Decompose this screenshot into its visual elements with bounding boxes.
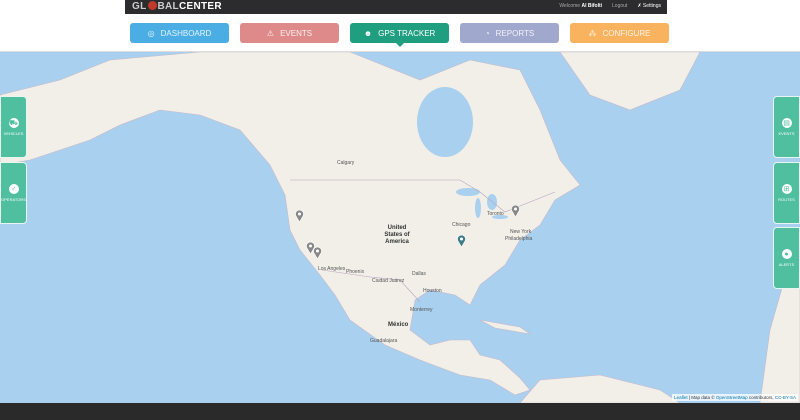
footer (0, 403, 800, 420)
panel-label: OPERATORS (1, 197, 26, 202)
map-label: Calgary (337, 160, 355, 166)
lake-superior (456, 188, 480, 196)
map-label: New York (510, 229, 532, 235)
nav-configure[interactable]: ⁂ CONFIGURE (570, 23, 669, 43)
routes-panel-tab[interactable]: ⊞ ROUTES (773, 162, 800, 224)
panel-label: ALERTS (778, 262, 795, 267)
map-label-country: United States of America (384, 225, 410, 245)
map-label: Ciudad Juárez (372, 278, 405, 284)
globe-icon (147, 1, 157, 10)
map-label: Guadalajara (370, 338, 398, 344)
sitemap-icon: ⁂ (588, 28, 597, 38)
operators-panel-tab[interactable]: ♂ OPERATORS (0, 162, 27, 224)
map-label: Philadelphia (505, 236, 533, 242)
map-pin-icon[interactable] (313, 247, 322, 259)
routes-icon: ⊞ (781, 184, 792, 194)
panel-label: VEHICLES (3, 131, 24, 136)
map-attribution: Leaflet | Map data © OpenStreetMap contr… (672, 394, 798, 401)
nav-gps-tracker[interactable]: ☻ GPS TRACKER (350, 23, 449, 47)
map-label: Phoenix (346, 269, 365, 275)
hudson-bay (417, 87, 473, 157)
user-pin-icon: ☻ (363, 28, 373, 38)
greenland-land (559, 52, 701, 111)
north-america-land (0, 52, 581, 396)
events-icon: ▤ (781, 118, 792, 128)
dashboard-icon: ◎ (147, 28, 155, 38)
map-label: México (388, 322, 409, 328)
cuba-land (479, 319, 531, 335)
nav-label: EVENTS (280, 28, 313, 38)
nav-events[interactable]: ⚠ EVENTS (240, 23, 339, 43)
osm-link[interactable]: OpenStreetMap (716, 395, 748, 400)
map-label: Chicago (452, 222, 471, 228)
nav-label: REPORTS (495, 28, 535, 38)
alert-icon: ● (781, 249, 792, 259)
map[interactable]: Calgary United States of America Chicago… (0, 52, 800, 403)
nav-dashboard[interactable]: ◎ DASHBOARD (130, 23, 229, 43)
logo: GL BALCENTER (132, 1, 222, 12)
lake-michigan (475, 198, 481, 218)
welcome-text: Welcome Al Bifolti (559, 3, 603, 9)
top-bar: GL BALCENTER Welcome Al Bifolti Logout ✗ … (0, 0, 800, 14)
car-icon: ⛟ (8, 118, 19, 128)
tools-icon: ✗ (637, 3, 642, 9)
map-pin-icon[interactable] (457, 235, 466, 247)
nav-label: DASHBOARD (160, 28, 212, 38)
map-label: Monterrey (410, 307, 433, 313)
nav-label: GPS TRACKER (378, 28, 436, 38)
logout-link[interactable]: Logout (612, 3, 627, 9)
leaflet-link[interactable]: Leaflet (674, 395, 688, 400)
main-nav: ◎ DASHBOARD ⚠ EVENTS ☻ GPS TRACKER ◔ REPORTS ⁂ CO… (0, 14, 800, 52)
nav-label: CONFIGURE (602, 28, 651, 38)
panel-label: ROUTES (778, 197, 795, 202)
lake-huron (487, 194, 497, 210)
vehicles-panel-tab[interactable]: ⛟ VEHICLES (0, 96, 27, 158)
panel-label: EVENTS (778, 131, 795, 136)
map-label: Dallas (412, 271, 426, 277)
map-pin-icon[interactable] (295, 210, 304, 222)
events-panel-tab[interactable]: ▤ EVENTS (773, 96, 800, 158)
warning-icon: ⚠ (266, 28, 275, 38)
south-america-land (519, 374, 681, 403)
license-link[interactable]: CC-BY-SA (775, 395, 796, 400)
map-label: Houston (423, 288, 442, 294)
map-pin-icon[interactable] (511, 205, 520, 217)
pie-chart-icon: ◔ (484, 28, 490, 38)
operator-icon: ♂ (8, 184, 19, 194)
map-label: Toronto (487, 211, 504, 217)
nav-reports[interactable]: ◔ REPORTS (460, 23, 559, 43)
settings-link[interactable]: ✗ Settings (637, 3, 661, 9)
alerts-panel-tab[interactable]: ● ALERTS (773, 227, 800, 289)
map-label: Los Angeles (318, 266, 346, 272)
